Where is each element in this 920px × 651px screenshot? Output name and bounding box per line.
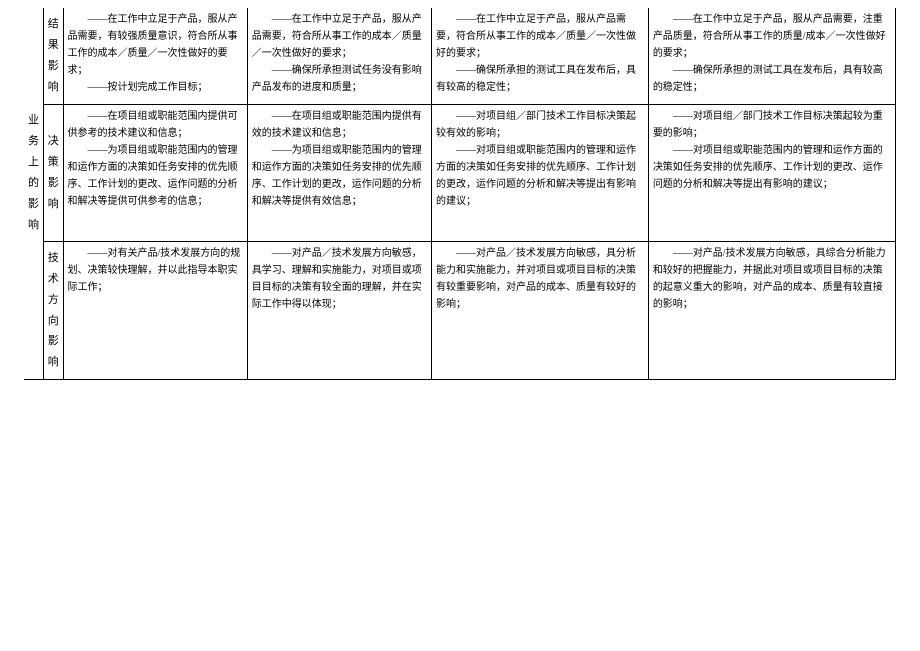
cell-2-0: ——对有关产品/技术发展方向的规划、决策较快理解，并以此指导本职实际工作； (63, 241, 247, 379)
cell-0-0: ——在工作中立足于产品，服从产品需要，有较强质量意识，符合所从事工作的成本／质量… (63, 8, 247, 104)
cell-1-0: ——在项目组或职能范围内提供可供参考的技术建议和信息；——为项目组或职能范围内的… (63, 104, 247, 241)
table-row: 业务上的影响 决策影响 ——在项目组或职能范围内提供可供参考的技术建议和信息；—… (24, 104, 896, 241)
cell-0-1: ——在工作中立足于产品，服从产品需要，符合所从事工作的成本／质量／一次性做好的要… (247, 8, 431, 104)
table-row: 技术方向影响 ——对有关产品/技术发展方向的规划、决策较快理解，并以此指导本职实… (24, 241, 896, 379)
cell-2-2: ——对产品／技术发展方向敏感，具分析能力和实施能力，并对项目或项目目标的决策有较… (432, 241, 649, 379)
outer-header-bottom (24, 241, 44, 379)
outer-header-top (24, 8, 44, 104)
row-header-0: 结果影响 (44, 8, 64, 104)
cell-2-3: ——对产品/技术发展方向敏感，具综合分析能力和较好的把握能力，并据此对项目或项目… (648, 241, 895, 379)
competency-table: 结果影响 ——在工作中立足于产品，服从产品需要，有较强质量意识，符合所从事工作的… (24, 8, 896, 380)
cell-1-1: ——在项目组或职能范围内提供有效的技术建议和信息；——为项目组或职能范围内的管理… (247, 104, 431, 241)
cell-0-3: ——在工作中立足于产品，服从产品需要，注重产品质量，符合所从事工作的质量/成本／… (648, 8, 895, 104)
row-header-2: 技术方向影响 (44, 241, 64, 379)
cell-0-2: ——在工作中立足于产品，服从产品需要，符合所从事工作的成本／质量／一次性做好的要… (432, 8, 649, 104)
table-row: 结果影响 ——在工作中立足于产品，服从产品需要，有较强质量意识，符合所从事工作的… (24, 8, 896, 104)
row-header-1: 决策影响 (44, 104, 64, 241)
outer-header-mid: 业务上的影响 (24, 104, 44, 241)
cell-1-3: ——对项目组／部门技术工作目标决策起较为重要的影响；——对项目组或职能范围内的管… (648, 104, 895, 241)
cell-1-2: ——对项目组／部门技术工作目标决策起较有效的影响；——对项目组或职能范围内的管理… (432, 104, 649, 241)
cell-2-1: ——对产品／技术发展方向敏感，具学习、理解和实施能力，对项目或项目目标的决策有较… (247, 241, 431, 379)
